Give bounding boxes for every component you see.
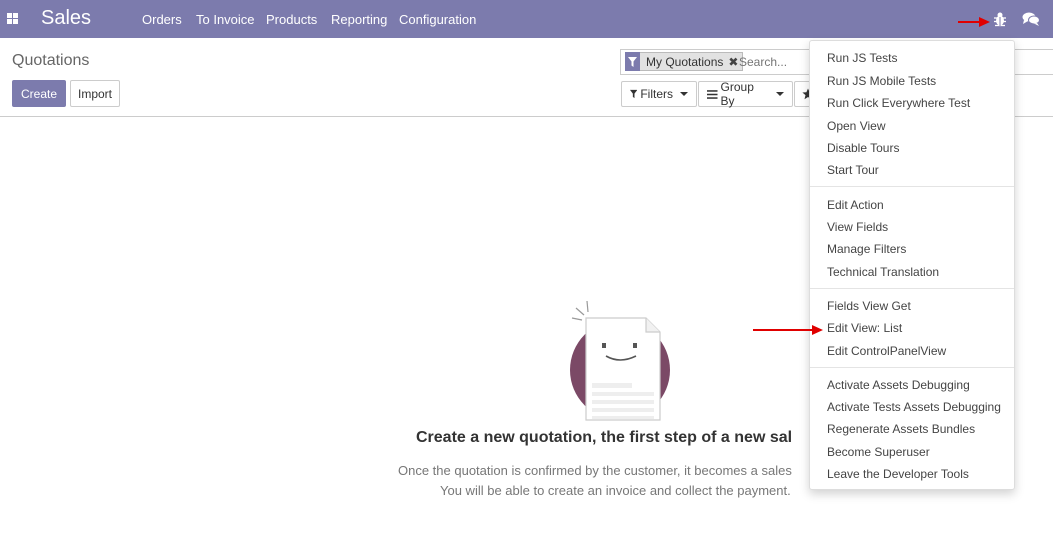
bug-icon[interactable] xyxy=(993,11,1007,27)
menu-item-manage-filters[interactable]: Manage Filters xyxy=(827,242,906,256)
annotation-arrow-icon xyxy=(753,325,823,335)
group-by-label: Group By xyxy=(720,80,754,108)
menu-reporting[interactable]: Reporting xyxy=(331,12,387,27)
list-icon xyxy=(707,89,718,99)
helper-title: Create a new quotation, the first step o… xyxy=(416,429,793,446)
facet-label: My Quotations ✖ xyxy=(640,52,744,71)
menu-divider xyxy=(810,367,1014,368)
caret-down-icon xyxy=(776,92,784,96)
filters-button[interactable]: Filters xyxy=(621,81,697,107)
menu-item-run-js-tests[interactable]: Run JS Tests xyxy=(827,51,897,65)
caret-down-icon xyxy=(680,92,688,96)
menu-item-edit-view-list[interactable]: Edit View: List xyxy=(827,321,902,335)
facet-text: My Quotations xyxy=(646,54,724,69)
app-brand[interactable]: Sales xyxy=(41,7,91,30)
menu-item-start-tour[interactable]: Start Tour xyxy=(827,163,879,177)
menu-item-run-js-mobile-tests[interactable]: Run JS Mobile Tests xyxy=(827,74,936,88)
document-illustration-icon xyxy=(570,300,670,421)
annotation-arrow-icon xyxy=(958,17,990,27)
apps-grid-icon[interactable] xyxy=(7,13,18,24)
menu-item-leave-developer-tools[interactable]: Leave the Developer Tools xyxy=(827,467,969,481)
menu-item-become-superuser[interactable]: Become Superuser xyxy=(827,445,930,459)
create-button[interactable]: Create xyxy=(12,80,66,107)
group-by-button[interactable]: Group By xyxy=(698,80,793,108)
helper-line-2: You will be able to create an invoice an… xyxy=(440,483,791,498)
menu-item-regenerate-assets-bundles[interactable]: Regenerate Assets Bundles xyxy=(827,422,975,436)
search-facet[interactable]: My Quotations ✖ xyxy=(625,52,744,71)
menu-orders[interactable]: Orders xyxy=(142,12,182,27)
filters-label: Filters xyxy=(640,87,673,101)
menu-item-edit-controlpanelview[interactable]: Edit ControlPanelView xyxy=(827,344,946,358)
menu-item-edit-action[interactable]: Edit Action xyxy=(827,198,884,212)
import-button[interactable]: Import xyxy=(70,80,120,107)
menu-item-open-view[interactable]: Open View xyxy=(827,119,885,133)
chat-icon[interactable] xyxy=(1022,11,1040,27)
menu-to-invoice[interactable]: To Invoice xyxy=(196,12,255,27)
filter-icon xyxy=(630,89,638,99)
menu-item-activate-assets-debugging[interactable]: Activate Assets Debugging xyxy=(827,378,970,392)
menu-configuration[interactable]: Configuration xyxy=(399,12,476,27)
filter-icon xyxy=(625,52,640,71)
menu-item-run-click-everywhere-test[interactable]: Run Click Everywhere Test xyxy=(827,96,970,110)
menu-item-activate-tests-assets-debugging[interactable]: Activate Tests Assets Debugging xyxy=(827,400,1001,414)
menu-item-disable-tours[interactable]: Disable Tours xyxy=(827,141,899,155)
menu-item-technical-translation[interactable]: Technical Translation xyxy=(827,265,939,279)
menu-item-view-fields[interactable]: View Fields xyxy=(827,220,888,234)
search-input[interactable] xyxy=(739,53,809,71)
debug-menu: Run JS Tests Run JS Mobile Tests Run Cli… xyxy=(809,40,1015,490)
menu-divider xyxy=(810,288,1014,289)
page-title: Quotations xyxy=(12,52,90,69)
menu-item-fields-view-get[interactable]: Fields View Get xyxy=(827,299,911,313)
close-icon[interactable]: ✖ xyxy=(728,55,738,69)
menu-products[interactable]: Products xyxy=(266,12,317,27)
helper-line-1: Once the quotation is confirmed by the c… xyxy=(398,463,792,478)
menu-divider xyxy=(810,186,1014,187)
top-navbar: Sales Orders To Invoice Products Reporti… xyxy=(0,0,1053,38)
